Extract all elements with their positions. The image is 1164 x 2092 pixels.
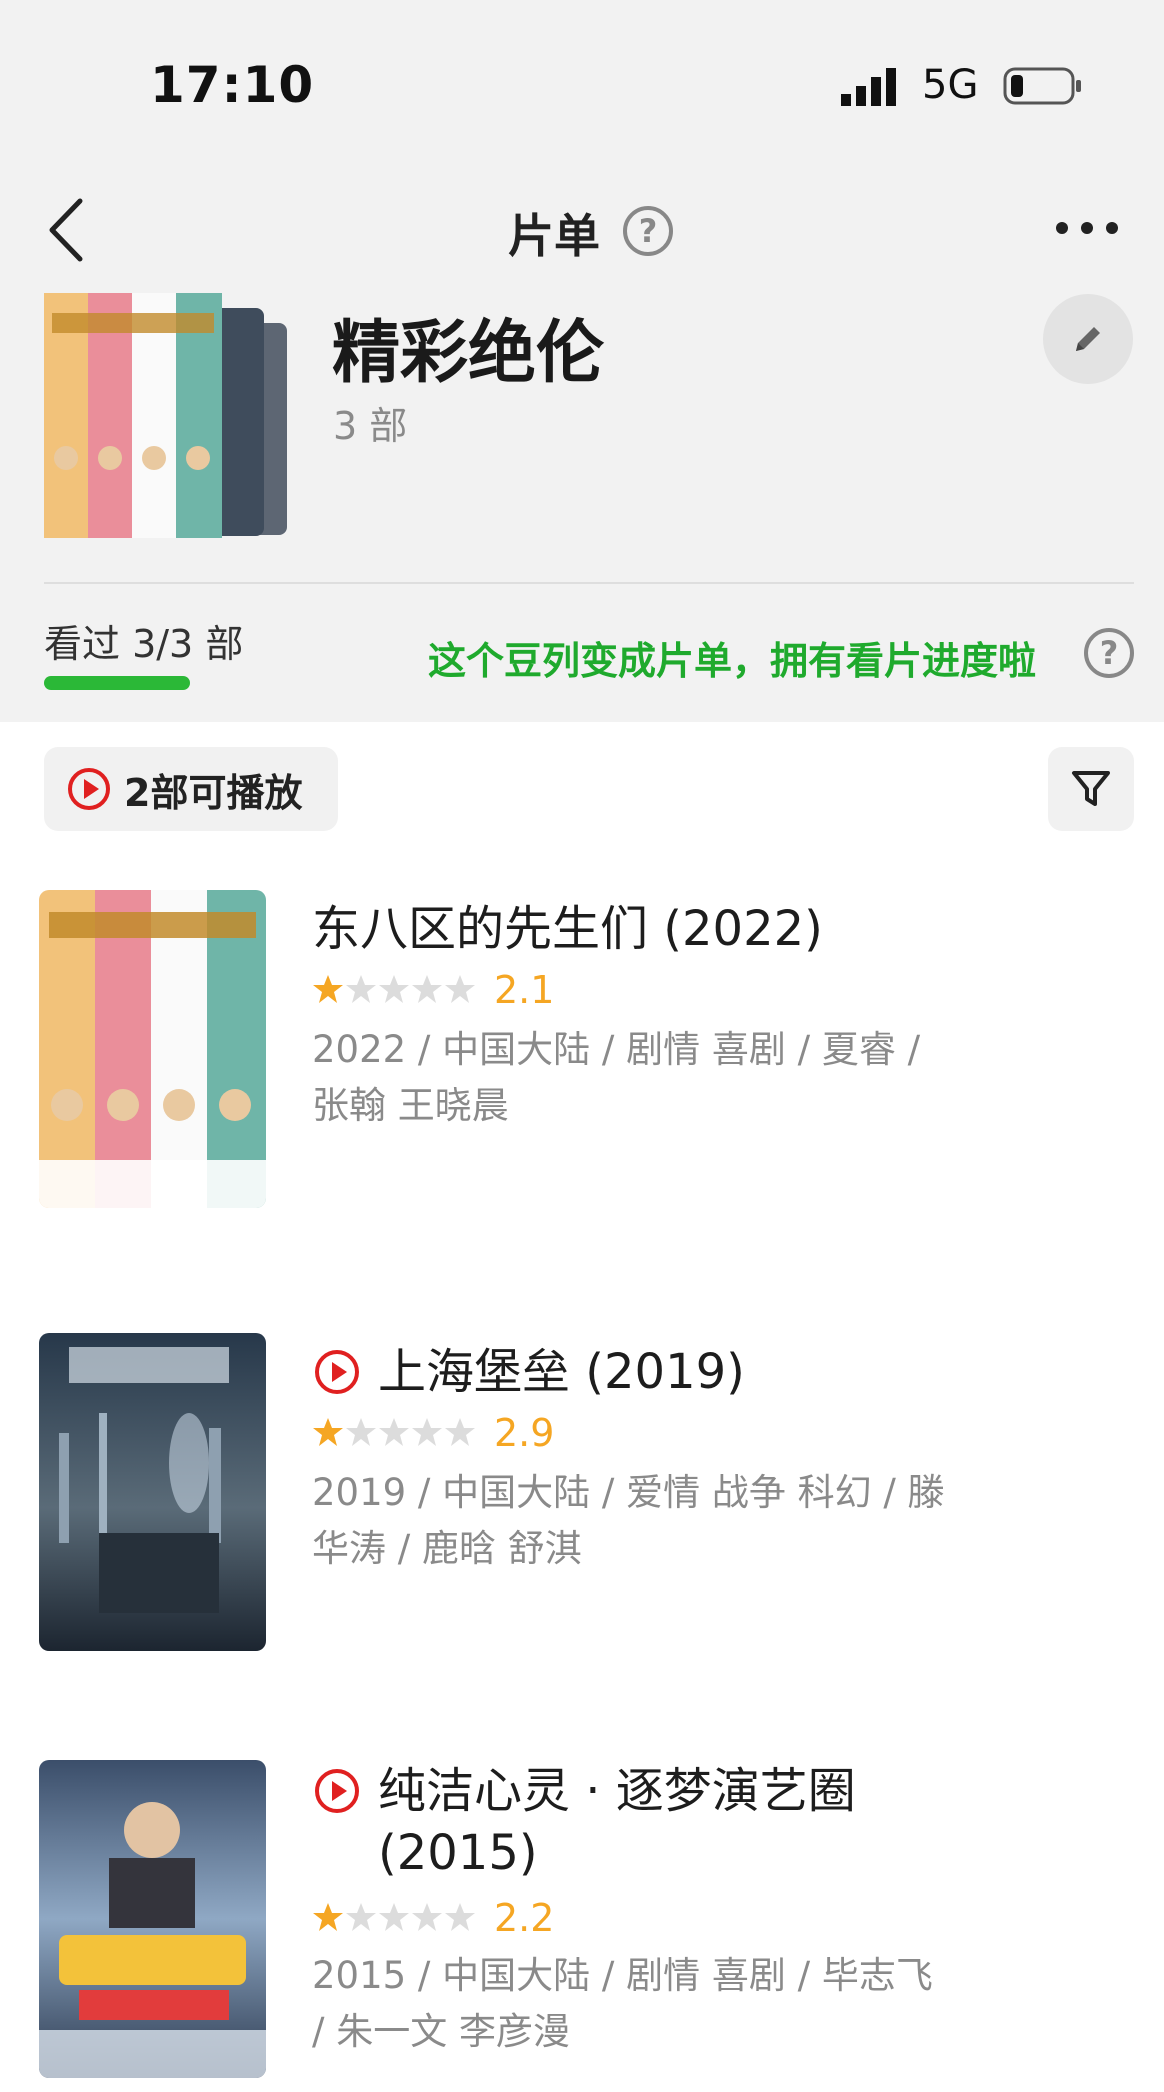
promo-text[interactable]: 这个豆列变成片单，拥有看片进度啦 [428,630,1036,685]
filter-button[interactable] [1048,747,1134,831]
playable-filter-label: 2部可播放 [124,770,303,815]
pencil-icon [1076,327,1100,351]
poster-image [39,1760,266,2078]
watched-progress-label: 看过 3/3 部 [44,622,244,666]
signal-icon [841,68,896,106]
list-item[interactable]: 上海堡垒 (2019) 2.9 2019 / 中国大陆 / 爱情 战争 科幻 /… [0,1333,1164,1663]
rating-value: 2.9 [494,1411,555,1455]
star-rating-icon [313,1903,475,1931]
page-title: 片单 [508,209,600,263]
play-icon[interactable] [312,1760,362,1818]
movie-meta: 2019 / 中国大陆 / 爱情 战争 科幻 / 滕华涛 / 鹿晗 舒淇 [312,1471,945,1570]
movie-title[interactable]: 纯洁心灵 · 逐梦演艺圈 (2015) [378,1760,978,1884]
list-item[interactable]: 纯洁心灵 · 逐梦演艺圈 (2015) 2.2 2015 / 中国大陆 / 剧情… [0,1760,1164,2092]
list-title: 精彩绝伦 [332,314,605,393]
play-icon[interactable] [312,1341,362,1399]
edit-button[interactable] [1043,294,1133,384]
star-rating-icon [313,1418,475,1446]
play-icon [68,768,110,810]
status-time: 17:10 [150,56,315,114]
help-icon[interactable]: ? [623,206,673,256]
funnel-icon [1072,771,1110,806]
more-icon[interactable] [1052,218,1122,238]
back-icon[interactable] [42,195,92,265]
rating-value: 2.2 [494,1896,555,1940]
movie-meta: 2015 / 中国大陆 / 剧情 喜剧 / 毕志飞 / 朱一文 李彦漫 [312,1954,933,2053]
movie-title[interactable]: 东八区的先生们 (2022) [312,898,823,960]
divider [44,582,1134,584]
movie-title[interactable]: 上海堡垒 (2019) [378,1341,745,1403]
network-label: 5G [922,62,979,108]
watched-progress-bar [44,676,190,690]
list-item[interactable]: 东八区的先生们 (2022) 2.1 2022 / 中国大陆 / 剧情 喜剧 /… [0,890,1164,1220]
list-cover-image [44,293,287,538]
poster-image [39,1333,266,1651]
list-count: 3 部 [333,404,408,448]
rating-value: 2.1 [494,968,555,1012]
playable-filter-button[interactable]: 2部可播放 [44,747,338,831]
star-rating-icon [313,975,475,1003]
poster-image [39,890,266,1208]
movie-meta: 2022 / 中国大陆 / 剧情 喜剧 / 夏睿 / 张翰 王晓晨 [312,1028,921,1127]
promo-help-icon[interactable]: ? [1084,628,1134,678]
battery-icon [1003,67,1081,105]
